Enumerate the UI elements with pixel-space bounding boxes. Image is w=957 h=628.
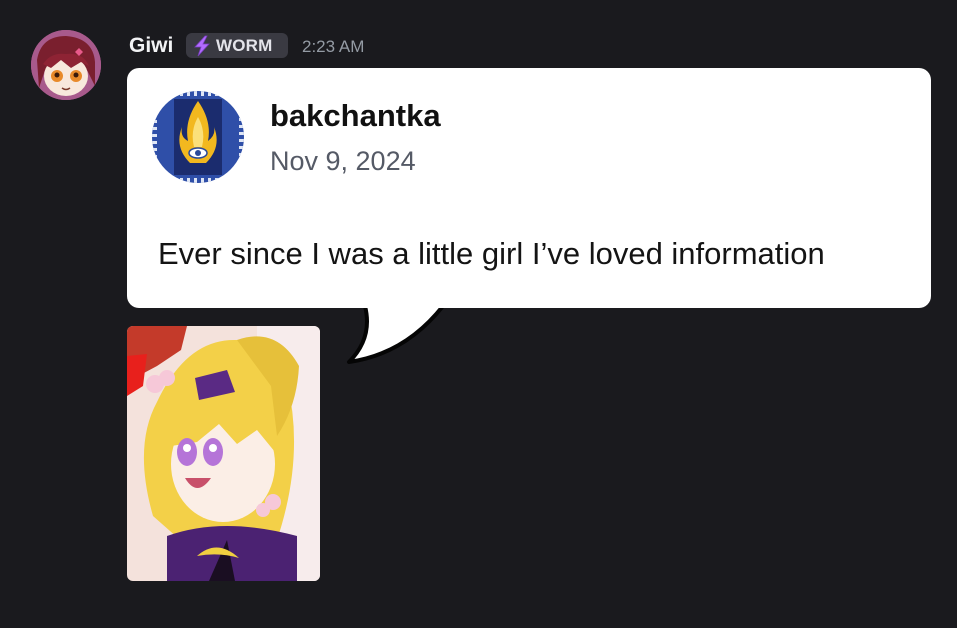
username[interactable]: Giwi xyxy=(129,34,173,58)
post-text: Ever since I was a little girl I’ve love… xyxy=(158,236,825,271)
avatar-illustration xyxy=(31,30,101,100)
user-avatar[interactable] xyxy=(31,30,101,100)
attachment-image xyxy=(127,326,320,581)
message-timestamp[interactable]: 2:23 AM xyxy=(302,37,364,57)
post-author[interactable]: bakchantka xyxy=(270,98,441,134)
image-attachment[interactable] xyxy=(127,326,320,581)
badge-label: WORM xyxy=(216,35,273,55)
role-badge[interactable]: WORM xyxy=(186,33,288,58)
quote-bubble xyxy=(127,68,931,308)
flaming-eye-avatar xyxy=(152,91,244,183)
lightning-bolt-icon xyxy=(194,35,210,56)
post-author-avatar[interactable] xyxy=(152,91,244,183)
speech-bubble-tail xyxy=(347,290,445,364)
post-date[interactable]: Nov 9, 2024 xyxy=(270,146,416,177)
